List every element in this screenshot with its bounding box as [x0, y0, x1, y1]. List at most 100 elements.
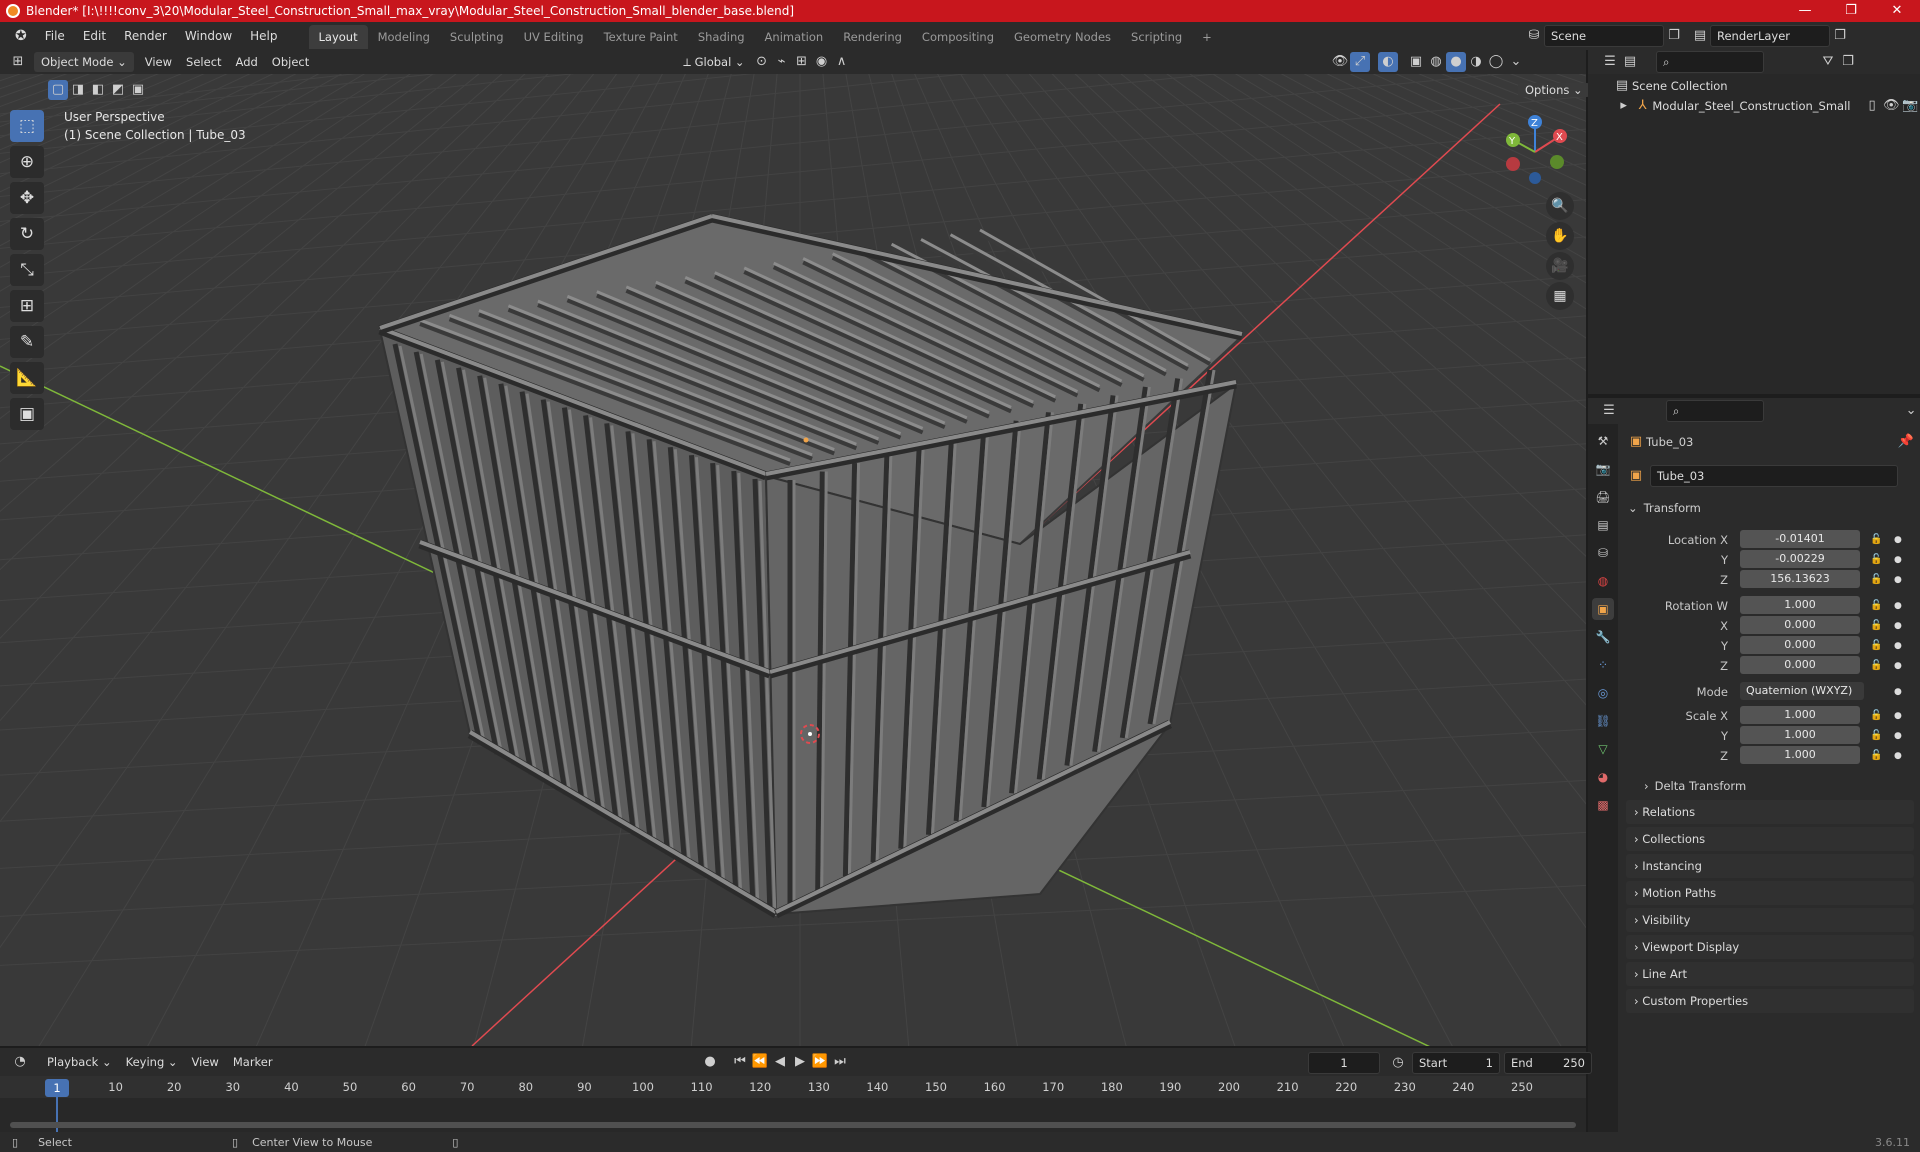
keyframe-dot-icon[interactable]: ●	[1894, 706, 1902, 726]
constraints-tab-icon[interactable]: ⛓	[1592, 710, 1614, 732]
scale-x-field[interactable]: 1.000	[1740, 706, 1860, 724]
delta-transform-header[interactable]: › Delta Transform	[1644, 776, 1746, 796]
properties-editor-icon[interactable]: ☰	[1600, 401, 1618, 421]
shading-options-icon[interactable]: ⌄	[1506, 52, 1526, 72]
new-collection-icon[interactable]: ❐	[1838, 52, 1858, 72]
select-invert-icon[interactable]: ◩	[108, 80, 128, 100]
section-motion-paths[interactable]: › Motion Paths	[1626, 881, 1914, 905]
move-tool-icon[interactable]: ✥	[10, 182, 44, 214]
start-frame-field[interactable]: Start 1	[1412, 1052, 1500, 1074]
shading-solid-icon[interactable]: ●	[1446, 52, 1466, 72]
keyframe-dot-icon[interactable]: ●	[1894, 746, 1902, 766]
falloff-icon[interactable]: ∧	[832, 52, 852, 72]
keyframe-dot-icon[interactable]: ●	[1894, 682, 1902, 702]
overlay-toggle-icon[interactable]: ◐	[1378, 52, 1398, 72]
exclude-checkbox-icon[interactable]: ▯	[1862, 96, 1881, 116]
xray-icon[interactable]: ▣	[1406, 52, 1426, 72]
rotate-tool-icon[interactable]: ↻	[10, 218, 44, 250]
timeline-scrollbar[interactable]	[10, 1122, 1576, 1128]
material-tab-icon[interactable]: ◕	[1592, 766, 1614, 788]
snap-target-icon[interactable]: ⊞	[792, 52, 812, 72]
rotation-w-field[interactable]: 1.000	[1740, 596, 1860, 614]
render-camera-icon[interactable]: 📷	[1901, 96, 1920, 116]
location-y-field[interactable]: -0.00229	[1740, 550, 1860, 568]
filter-icon[interactable]: ⛛	[1818, 52, 1838, 72]
select-extend-icon[interactable]: ◨	[68, 80, 88, 100]
playhead-frame[interactable]: 1	[45, 1079, 69, 1097]
section-visibility[interactable]: › Visibility	[1626, 908, 1914, 932]
lock-icon[interactable]: 🔓	[1870, 656, 1882, 676]
pan-hand-icon[interactable]: ✋	[1546, 222, 1574, 250]
lock-icon[interactable]: 🔓	[1870, 636, 1882, 656]
section-relations[interactable]: › Relations	[1626, 800, 1914, 824]
shading-material-icon[interactable]: ◑	[1466, 52, 1486, 72]
eye-visibility-icon[interactable]: 👁	[1882, 96, 1901, 116]
lock-icon[interactable]: 🔓	[1870, 570, 1882, 590]
lock-icon[interactable]: 🔓	[1870, 706, 1882, 726]
tab-compositing[interactable]: Compositing	[912, 25, 1004, 49]
keyframe-dot-icon[interactable]: ●	[1894, 616, 1902, 636]
object-name-input[interactable]: Tube_03	[1650, 465, 1898, 487]
current-frame-field[interactable]: 1	[1308, 1052, 1380, 1074]
snap-icon[interactable]: ⌁	[772, 52, 792, 72]
menu-select[interactable]: Select	[179, 52, 228, 72]
expand-arrow-icon[interactable]: ▸	[1614, 96, 1633, 116]
view-layer-selector[interactable]: RenderLayer	[1710, 25, 1830, 47]
cursor-tool-icon[interactable]: ⊕	[10, 146, 44, 178]
data-tab-icon[interactable]: ▽	[1592, 738, 1614, 760]
section-viewport-display[interactable]: › Viewport Display	[1626, 935, 1914, 959]
menu-help[interactable]: Help	[241, 22, 286, 50]
outliner-search-input[interactable]: ⌕	[1656, 51, 1764, 73]
tab-geometry-nodes[interactable]: Geometry Nodes	[1004, 25, 1121, 49]
record-icon[interactable]: ●	[700, 1052, 720, 1072]
navigation-gizmo[interactable]: Z X Y	[1495, 112, 1575, 192]
new-view-layer-icon[interactable]: ❐	[1830, 26, 1850, 46]
scale-z-field[interactable]: 1.000	[1740, 746, 1860, 764]
texture-tab-icon[interactable]: ▩	[1592, 794, 1614, 816]
shading-wireframe-icon[interactable]: ◍	[1426, 52, 1446, 72]
display-mode-icon[interactable]: ▤	[1620, 52, 1640, 72]
keyframe-dot-icon[interactable]: ●	[1894, 550, 1902, 570]
properties-search-input[interactable]: ⌕	[1665, 400, 1765, 422]
lock-icon[interactable]: 🔓	[1870, 746, 1882, 766]
pivot-point-icon[interactable]: ⊙	[752, 52, 772, 72]
prev-keyframe-icon[interactable]: ⏪	[750, 1052, 770, 1072]
tool-tab-icon[interactable]: ⚒	[1592, 430, 1614, 452]
tab-uv-editing[interactable]: UV Editing	[514, 25, 594, 49]
world-tab-icon[interactable]: ◍	[1592, 570, 1614, 592]
zoom-icon[interactable]: 🔍	[1546, 192, 1574, 220]
keyframe-dot-icon[interactable]: ●	[1894, 570, 1902, 590]
marker-menu[interactable]: Marker	[226, 1052, 280, 1072]
modifier-tab-icon[interactable]: 🔧	[1592, 626, 1614, 648]
output-tab-icon[interactable]: 🖨	[1592, 486, 1614, 508]
keyframe-dot-icon[interactable]: ●	[1894, 656, 1902, 676]
editor-type-icon[interactable]: ⊞	[8, 52, 28, 72]
minimize-button[interactable]: —	[1782, 0, 1828, 22]
new-scene-icon[interactable]: ❐	[1664, 26, 1684, 46]
timeline-ruler[interactable]: 10 20 30 40 50 60 70 80 90 100 110 120 130 140 150 160 1…	[0, 1076, 1586, 1098]
particles-tab-icon[interactable]: ⁘	[1592, 654, 1614, 676]
scene-selector[interactable]: Scene	[1544, 25, 1664, 47]
proportional-edit-icon[interactable]: ◉	[812, 52, 832, 72]
tab-sculpting[interactable]: Sculpting	[440, 25, 514, 49]
object-tab-icon[interactable]: ▣	[1592, 598, 1614, 620]
scale-y-field[interactable]: 1.000	[1740, 726, 1860, 744]
play-icon[interactable]: ▶	[790, 1052, 810, 1072]
tab-rendering[interactable]: Rendering	[833, 25, 912, 49]
gizmo-toggle-icon[interactable]: ⤢	[1350, 52, 1370, 72]
scale-tool-icon[interactable]: ⤡	[10, 254, 44, 286]
render-tab-icon[interactable]: 📷	[1592, 458, 1614, 480]
transform-orientation-selector[interactable]: ⟂ Global ⌄	[676, 52, 751, 72]
tab-animation[interactable]: Animation	[755, 25, 834, 49]
annotate-tool-icon[interactable]: ✎	[10, 326, 44, 358]
menu-file[interactable]: File	[36, 22, 74, 50]
lock-icon[interactable]: 🔓	[1870, 616, 1882, 636]
keyframe-dot-icon[interactable]: ●	[1894, 530, 1902, 550]
maximize-button[interactable]: ❐	[1828, 0, 1874, 22]
physics-tab-icon[interactable]: ◎	[1592, 682, 1614, 704]
playback-menu[interactable]: Playback ⌄	[40, 1052, 119, 1072]
keyframe-dot-icon[interactable]: ●	[1894, 726, 1902, 746]
camera-view-icon[interactable]: 🎥	[1546, 252, 1574, 280]
play-reverse-icon[interactable]: ◀	[770, 1052, 790, 1072]
tab-shading[interactable]: Shading	[688, 25, 755, 49]
